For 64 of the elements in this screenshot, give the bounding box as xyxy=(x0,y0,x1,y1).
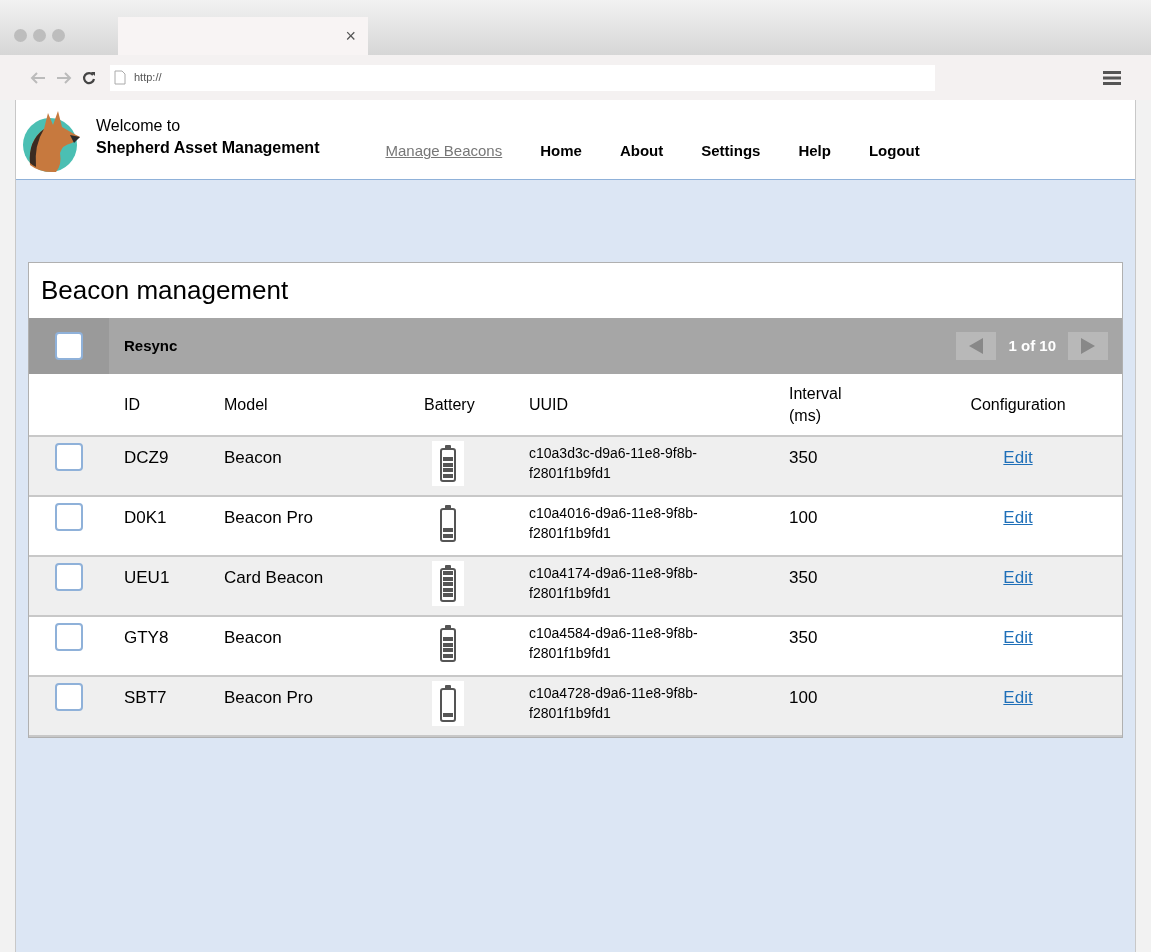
nav-link[interactable]: Help xyxy=(784,140,845,163)
column-header: ID xyxy=(124,394,140,415)
table-cell: SBT7 xyxy=(124,688,167,707)
table-cell: 350 xyxy=(789,448,818,467)
right-triangle-icon xyxy=(1079,337,1097,355)
edit-link[interactable]: Edit xyxy=(1003,505,1033,531)
page-icon xyxy=(114,70,126,85)
table-cell: 350 xyxy=(789,568,818,587)
column-header: Interval (ms) xyxy=(789,383,843,426)
table-cell: 100 xyxy=(789,688,818,707)
edit-link[interactable]: Edit xyxy=(1003,445,1033,471)
nav-link[interactable]: Logout xyxy=(854,140,934,163)
table-cell-text: c10a4584-d9a6-11e8-9f8b-f2801f1b9fd1 xyxy=(529,624,699,663)
table-cell: 100 xyxy=(789,508,818,527)
edit-link[interactable]: Edit xyxy=(1003,625,1033,651)
edit-link[interactable]: Edit xyxy=(1003,685,1033,711)
checkbox[interactable] xyxy=(55,332,83,360)
window-control-icon[interactable] xyxy=(52,28,65,42)
table-cell-text: c10a4174-d9a6-11e8-9f8b-f2801f1b9fd1 xyxy=(529,564,699,603)
edit-link[interactable]: Edit xyxy=(1003,565,1033,591)
window-control-icon[interactable] xyxy=(14,28,27,42)
welcome-text: Welcome to xyxy=(96,115,182,136)
page-indicator: 1 of 10 xyxy=(1008,335,1056,356)
table-cell-text: c10a3d3c-d9a6-11e8-9f8b-f2801f1b9fd1 xyxy=(529,444,698,483)
column-header: UUID xyxy=(529,394,569,415)
forward-icon[interactable] xyxy=(56,70,72,85)
table-cell: DCZ9 xyxy=(124,448,169,467)
table-cell: Beacon Pro xyxy=(224,688,313,707)
reload-icon[interactable] xyxy=(82,70,96,85)
back-icon[interactable] xyxy=(30,70,46,85)
nav-link[interactable]: Manage Beacons xyxy=(371,140,517,163)
menu-icon[interactable] xyxy=(1103,70,1121,85)
resync-button[interactable]: Resync xyxy=(124,334,178,358)
table-cell: Beacon Pro xyxy=(224,508,313,527)
table-cell: D0K1 xyxy=(124,508,167,527)
browser-tab[interactable]: × xyxy=(118,17,368,55)
nav-link[interactable]: Settings xyxy=(687,140,775,163)
table-cell-text: c10a4728-d9a6-11e8-9f8b-f2801f1b9fd1 xyxy=(529,684,699,723)
app-name: Shepherd Asset Management xyxy=(96,137,320,158)
table-cell: Beacon xyxy=(224,448,282,467)
checkbox[interactable] xyxy=(55,683,83,711)
table-cell: GTY8 xyxy=(124,628,169,647)
checkbox[interactable] xyxy=(55,623,83,651)
tab-close-button[interactable]: × xyxy=(345,22,356,50)
table-cell-text: c10a4016-d9a6-11e8-9f8b-f2801f1b9fd1 xyxy=(529,504,699,543)
column-header: Model xyxy=(224,394,268,415)
column-header: Battery xyxy=(424,394,475,415)
address-text: http:// xyxy=(134,70,162,86)
column-header: Configuration xyxy=(969,394,1067,415)
address-bar[interactable]: http:// xyxy=(110,64,935,91)
table-cell: UEU1 xyxy=(124,568,170,587)
nav-link[interactable]: Home xyxy=(526,140,596,163)
table-cell: 350 xyxy=(789,628,818,647)
left-triangle-icon xyxy=(967,337,986,355)
panel-title: Beacon management xyxy=(41,274,289,307)
window-control-icon[interactable] xyxy=(33,28,46,42)
table-cell: Card Beacon xyxy=(224,568,324,587)
next-page-button[interactable] xyxy=(1068,332,1108,360)
table-cell: Beacon xyxy=(224,628,282,647)
checkbox[interactable] xyxy=(55,563,83,591)
nav-link[interactable]: About xyxy=(605,140,678,163)
checkbox[interactable] xyxy=(55,503,83,531)
checkbox[interactable] xyxy=(55,443,83,471)
previous-page-button[interactable] xyxy=(956,332,997,360)
